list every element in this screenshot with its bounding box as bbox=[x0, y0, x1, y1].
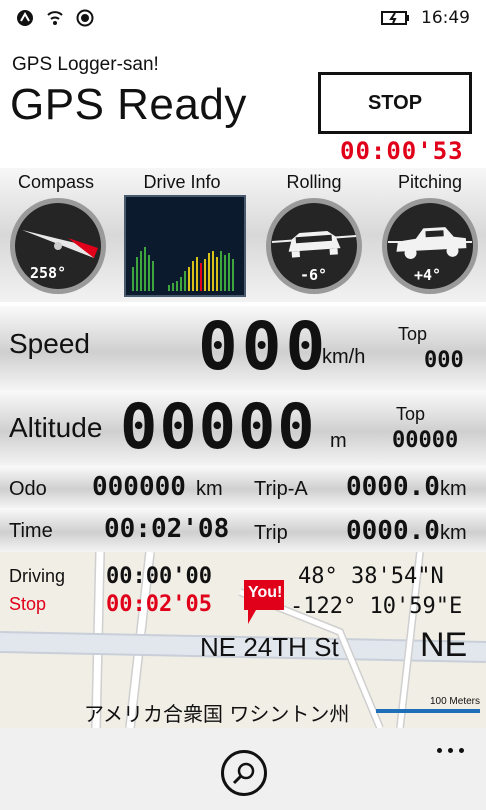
ellipsis-icon bbox=[447, 747, 453, 753]
compass-gauge[interactable]: 258° bbox=[8, 196, 108, 296]
ellipsis-icon bbox=[436, 747, 442, 753]
stop-value: 00:02'05 bbox=[106, 592, 212, 617]
odo-panel: Odo 000000 km Trip-A 0000.0 km bbox=[0, 466, 486, 508]
you-marker[interactable]: You! bbox=[244, 580, 284, 624]
stop-button[interactable]: STOP bbox=[318, 72, 472, 134]
status-time: 16:49 bbox=[421, 8, 470, 28]
pitching-label: Pitching bbox=[397, 172, 463, 192]
time-label: Time bbox=[9, 520, 53, 542]
altitude-value: 00000 bbox=[120, 390, 317, 463]
data-connection-icon bbox=[17, 10, 33, 26]
speed-label: Speed bbox=[9, 328, 90, 359]
trip-value: 0000.0 bbox=[346, 516, 440, 546]
trip-label: Trip bbox=[254, 522, 288, 544]
gauges-strip: Compass Drive Info Rolling Pitching 258° bbox=[0, 168, 486, 302]
drive-info-bars bbox=[132, 247, 234, 291]
rolling-value: -6° bbox=[300, 266, 328, 284]
scale-label: 100 Meters bbox=[429, 696, 480, 707]
rolling-gauge[interactable]: -6° bbox=[264, 196, 364, 296]
odo-value: 000000 bbox=[92, 472, 186, 502]
map-scale: 100 Meters bbox=[376, 696, 480, 713]
altitude-top-value: 00000 bbox=[392, 428, 459, 453]
ellipsis-icon bbox=[458, 747, 464, 753]
speed-top-value: 000 bbox=[424, 348, 464, 373]
drive-info-graph[interactable] bbox=[124, 195, 246, 297]
search-icon bbox=[232, 762, 255, 785]
app-subtitle: GPS Logger-san! bbox=[12, 54, 159, 75]
elapsed-timer: 00:00'53 bbox=[340, 137, 464, 165]
longitude: -122° 10'59"E bbox=[290, 594, 463, 619]
trip-unit: km bbox=[440, 522, 467, 544]
trip-a-label: Trip-A bbox=[254, 478, 308, 500]
more-menu-button[interactable] bbox=[430, 740, 470, 760]
street-label-edge: NE bbox=[420, 626, 468, 664]
map-view[interactable]: Driving 00:00'00 Stop 00:02'05 You! 48° … bbox=[0, 552, 486, 728]
app-bar bbox=[0, 728, 486, 810]
trip-a-unit: km bbox=[440, 478, 467, 500]
speed-unit: km/h bbox=[322, 346, 366, 368]
rolling-label: Rolling bbox=[286, 172, 342, 192]
location-icon bbox=[76, 9, 94, 27]
you-label: You! bbox=[248, 584, 283, 601]
scale-bar bbox=[376, 709, 480, 713]
latitude: 48° 38'54"N bbox=[298, 564, 444, 589]
pitching-gauge[interactable]: +4° bbox=[380, 196, 480, 296]
wifi-icon bbox=[47, 11, 63, 25]
odo-unit: km bbox=[196, 478, 223, 500]
drive-info-label: Drive Info bbox=[143, 172, 221, 192]
driving-value: 00:00'00 bbox=[106, 564, 212, 589]
compass-label: Compass bbox=[17, 172, 95, 192]
battery-charging-icon bbox=[381, 11, 409, 25]
time-panel: Time 00:02'08 Trip 0000.0 km bbox=[0, 508, 486, 552]
altitude-top-label: Top bbox=[396, 404, 426, 424]
driving-label: Driving bbox=[9, 566, 66, 586]
trip-a-value: 0000.0 bbox=[346, 472, 440, 502]
stop-label: Stop bbox=[9, 594, 47, 614]
compass-value: 258° bbox=[30, 264, 67, 282]
street-label: NE 24TH St bbox=[200, 632, 339, 662]
altitude-unit: m bbox=[330, 430, 347, 452]
odo-label: Odo bbox=[9, 478, 47, 500]
altitude-label: Altitude bbox=[9, 412, 103, 443]
time-value: 00:02'08 bbox=[104, 514, 230, 544]
status-bar: 16:49 bbox=[0, 0, 486, 36]
speed-top-label: Top bbox=[398, 324, 428, 344]
page-title: GPS Ready bbox=[10, 80, 247, 129]
altitude-panel: Altitude 00000 m Top 00000 bbox=[0, 390, 486, 466]
search-button[interactable] bbox=[221, 750, 267, 796]
speed-panel: Speed 000 km/h Top 000 bbox=[0, 306, 486, 390]
region-label: アメリカ合衆国 ワシントン州 bbox=[84, 702, 350, 726]
pitching-value: +4° bbox=[414, 266, 442, 284]
speed-value: 000 bbox=[198, 308, 330, 385]
